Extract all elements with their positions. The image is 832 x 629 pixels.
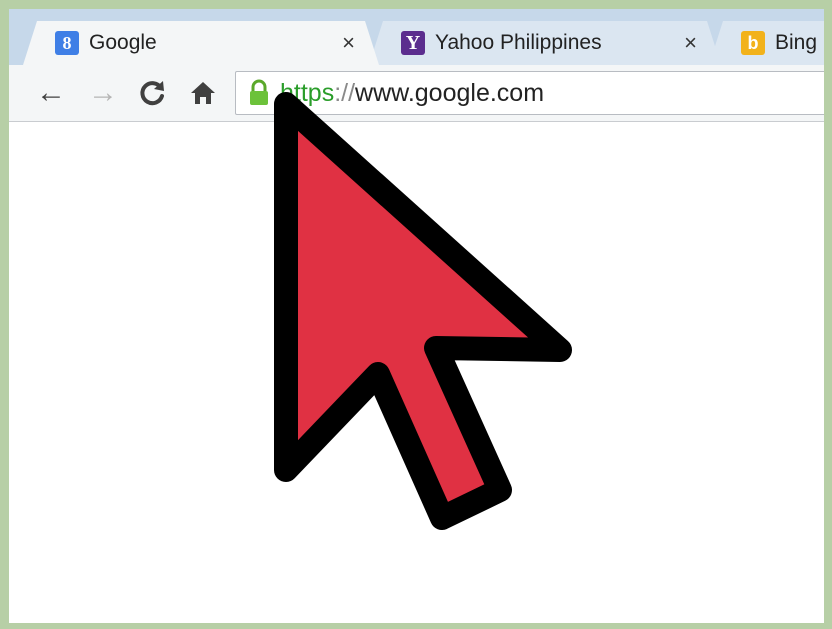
url-text: https://www.google.com <box>280 79 544 108</box>
home-icon <box>191 82 215 104</box>
google-favicon-icon: 8 <box>55 31 79 55</box>
forward-arrow-icon: → <box>88 76 118 109</box>
back-button[interactable]: ← <box>31 73 71 113</box>
reload-button[interactable] <box>133 73 173 113</box>
tab-yahoo-philippines[interactable]: Y Yahoo Philippines × <box>369 21 721 65</box>
toolbar: ← → https://www.google.com <box>9 65 824 122</box>
page-content <box>9 122 824 623</box>
yahoo-favicon-icon: Y <box>401 31 425 55</box>
bing-favicon-icon: b <box>741 31 765 55</box>
tab-bing[interactable]: b Bing <box>709 21 824 65</box>
tab-close-icon[interactable]: × <box>684 30 697 56</box>
url-separator: :// <box>334 78 356 107</box>
tab-strip: b Bing Y Yahoo Philippines × 8 Google × <box>9 9 824 65</box>
reload-icon <box>140 81 164 106</box>
tab-google[interactable]: 8 Google × <box>23 21 379 65</box>
tab-title: Yahoo Philippines <box>435 31 602 54</box>
tab-title: Bing <box>775 31 818 54</box>
back-arrow-icon: ← <box>36 76 66 109</box>
home-button[interactable] <box>183 73 223 113</box>
browser-window: b Bing Y Yahoo Philippines × 8 Google × … <box>9 9 824 623</box>
address-bar[interactable]: https://www.google.com <box>235 71 824 115</box>
tab-close-icon[interactable]: × <box>342 30 355 56</box>
tab-title: Google <box>89 31 157 54</box>
url-scheme: https <box>280 78 335 107</box>
url-host: www.google.com <box>355 78 545 107</box>
lock-icon <box>250 79 268 105</box>
forward-button[interactable]: → <box>83 73 123 113</box>
